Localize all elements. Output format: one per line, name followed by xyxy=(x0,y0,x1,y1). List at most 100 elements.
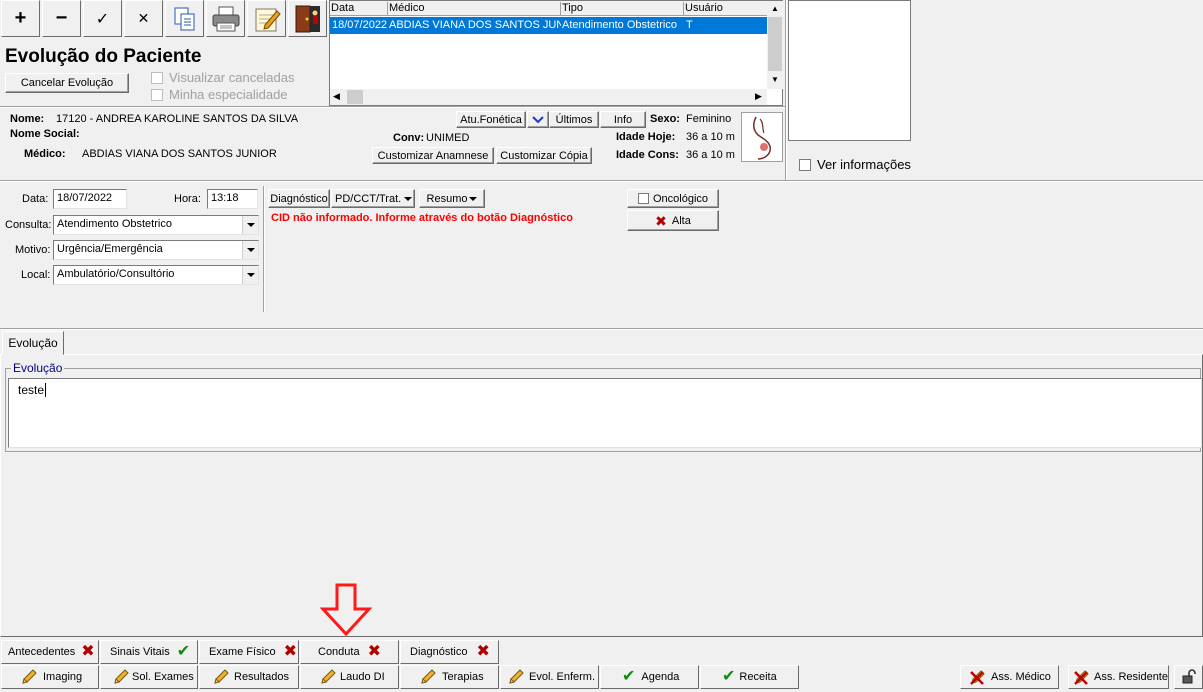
tab-antecedentes-label: Antecedentes xyxy=(8,646,76,658)
tab-terapias-label: Terapias xyxy=(442,671,484,683)
ass-residente-button[interactable]: Ass. Residente xyxy=(1068,665,1169,689)
close-icon: ✖ xyxy=(283,643,298,660)
alta-button[interactable]: ✖ Alta xyxy=(627,210,719,231)
history-grid-header: Data Médico Tipo Usuário xyxy=(330,1,767,16)
conv-label: Conv: xyxy=(393,132,425,144)
ultimos-button[interactable]: Últimos xyxy=(549,111,599,128)
evolucao-textarea[interactable]: teste xyxy=(8,378,1202,448)
info-button[interactable]: Info xyxy=(600,111,646,128)
scroll-thumb-h[interactable] xyxy=(347,90,363,104)
table-row[interactable]: 18/07/2022 ABDIAS VIANA DOS SANTOS JUNIC… xyxy=(330,17,767,34)
medico-label: Médico: xyxy=(24,148,66,160)
show-cancelled-checkbox[interactable] xyxy=(151,72,163,84)
oncologico-checkbox[interactable] xyxy=(637,193,649,204)
local-select[interactable]: Ambulatório/Consultório xyxy=(53,265,259,285)
scroll-right-icon[interactable]: ▶ xyxy=(755,91,762,102)
tab-diagnostico[interactable]: Diagnóstico ✖ xyxy=(400,640,499,664)
exit-button[interactable] xyxy=(288,0,327,37)
add-button[interactable]: + xyxy=(1,0,40,37)
tab-antecedentes[interactable]: Antecedentes ✖ xyxy=(1,640,99,664)
ass-medico-label: Ass. Médico xyxy=(991,671,1051,683)
divider xyxy=(0,180,1203,182)
tab-resultados[interactable]: Resultados xyxy=(199,665,299,689)
tab-evol-enferm[interactable]: Evol. Enferm. xyxy=(500,665,599,689)
info-label: Info xyxy=(613,113,633,126)
resumo-label: Resumo xyxy=(426,192,468,205)
pencil-icon xyxy=(321,669,336,684)
chevron-down-icon xyxy=(469,196,478,201)
oncologico-toggle[interactable]: Oncológico xyxy=(627,189,719,208)
chevron-down-icon[interactable] xyxy=(242,216,258,234)
cancel-evolution-button[interactable]: Cancelar Evolução xyxy=(5,73,129,93)
tab-agenda[interactable]: ✔ Agenda xyxy=(600,665,699,689)
column-header[interactable]: Tipo xyxy=(562,2,684,16)
cancel-button[interactable]: ✕ xyxy=(124,0,163,37)
fonetica-dropdown-button[interactable] xyxy=(527,111,549,128)
chevron-down-icon[interactable] xyxy=(242,266,258,284)
photo-panel xyxy=(788,0,911,141)
ver-informacoes-label: Ver informações xyxy=(817,157,911,172)
pdcct-button[interactable]: PD/CCT/Trat. xyxy=(331,189,415,208)
date-input[interactable]: 18/07/2022 xyxy=(53,189,127,209)
column-header[interactable]: Data xyxy=(331,2,388,16)
customizar-copia-button[interactable]: Customizar Cópia xyxy=(496,147,592,164)
row-type: Atendimento Obstetrico xyxy=(562,19,677,31)
unlock-icon xyxy=(1182,669,1196,684)
chevron-down-icon[interactable] xyxy=(242,241,258,259)
history-grid[interactable]: Data Médico Tipo Usuário 18/07/2022 ABDI… xyxy=(329,0,783,106)
scroll-up-icon[interactable]: ▲ xyxy=(771,4,779,13)
tab-conduta[interactable]: Conduta ✖ xyxy=(300,640,399,664)
copy-icon xyxy=(174,7,194,30)
confirm-button[interactable]: ✓ xyxy=(83,0,122,37)
ver-informacoes-checkbox[interactable] xyxy=(799,159,811,171)
customizar-anamnese-label: Customizar Anamnese xyxy=(377,149,489,162)
pencil-icon xyxy=(114,669,129,684)
time-input[interactable]: 13:18 xyxy=(207,189,258,209)
scroll-down-icon[interactable]: ▼ xyxy=(771,75,779,84)
scroll-left-icon[interactable]: ◀ xyxy=(333,91,340,102)
ass-residente-label: Ass. Residente xyxy=(1094,671,1168,683)
tab-receita[interactable]: ✔ Receita xyxy=(700,665,799,689)
tab-sol-exames[interactable]: Sol. Exames xyxy=(100,665,198,689)
tab-sinais-vitais-label: Sinais Vitais xyxy=(110,646,170,658)
horizontal-scrollbar[interactable]: ◀ ▶ xyxy=(330,89,767,105)
check-icon: ✔ xyxy=(176,643,191,660)
column-header[interactable]: Usuário xyxy=(685,2,765,16)
fonetica-button[interactable]: Atu.Fonética xyxy=(456,111,526,128)
column-header[interactable]: Médico xyxy=(389,2,561,16)
consulta-select[interactable]: Atendimento Obstetrico xyxy=(53,215,259,235)
unlock-button[interactable] xyxy=(1174,665,1203,689)
scroll-thumb[interactable] xyxy=(768,17,782,71)
vertical-scrollbar[interactable]: ▲ ▼ xyxy=(767,1,783,89)
check-icon: ✔ xyxy=(722,668,736,685)
resumo-button[interactable]: Resumo xyxy=(419,189,485,208)
signature-pencil-x-icon xyxy=(1074,670,1089,685)
alta-label: Alta xyxy=(671,214,691,227)
hora-label: Hora: xyxy=(174,193,201,205)
tab-evolucao[interactable]: Evolução xyxy=(2,331,64,355)
tab-sinais-vitais[interactable]: Sinais Vitais ✔ xyxy=(100,640,198,664)
local-value: Ambulatório/Consultório xyxy=(57,268,175,280)
tab-imaging[interactable]: Imaging xyxy=(1,665,99,689)
motivo-select[interactable]: Urgência/Emergência xyxy=(53,240,259,260)
my-specialty-checkbox[interactable] xyxy=(151,89,163,101)
remove-button[interactable]: − xyxy=(42,0,81,37)
add-label: + xyxy=(14,7,27,29)
row-user: T xyxy=(686,19,693,31)
edit-button[interactable] xyxy=(247,0,286,37)
tab-imaging-label: Imaging xyxy=(43,671,83,683)
motivo-value: Urgência/Emergência xyxy=(57,243,163,255)
tab-terapias[interactable]: Terapias xyxy=(400,665,499,689)
close-icon: ✖ xyxy=(655,212,667,229)
oncologico-label: Oncológico xyxy=(652,192,709,205)
my-specialty-label: Minha especialidade xyxy=(169,87,288,102)
copy-button[interactable] xyxy=(165,0,204,37)
row-date: 18/07/2022 xyxy=(332,19,388,31)
customizar-anamnese-button[interactable]: Customizar Anamnese xyxy=(372,147,494,164)
ass-medico-button[interactable]: Ass. Médico xyxy=(960,665,1059,689)
tab-exame-fisico[interactable]: Exame Físico ✖ xyxy=(199,640,299,664)
tab-laudo-di[interactable]: Laudo DI xyxy=(300,665,399,689)
diagnostico-button[interactable]: Diagnóstico xyxy=(268,189,330,208)
print-button[interactable] xyxy=(206,0,245,37)
motivo-label: Motivo: xyxy=(15,244,51,256)
